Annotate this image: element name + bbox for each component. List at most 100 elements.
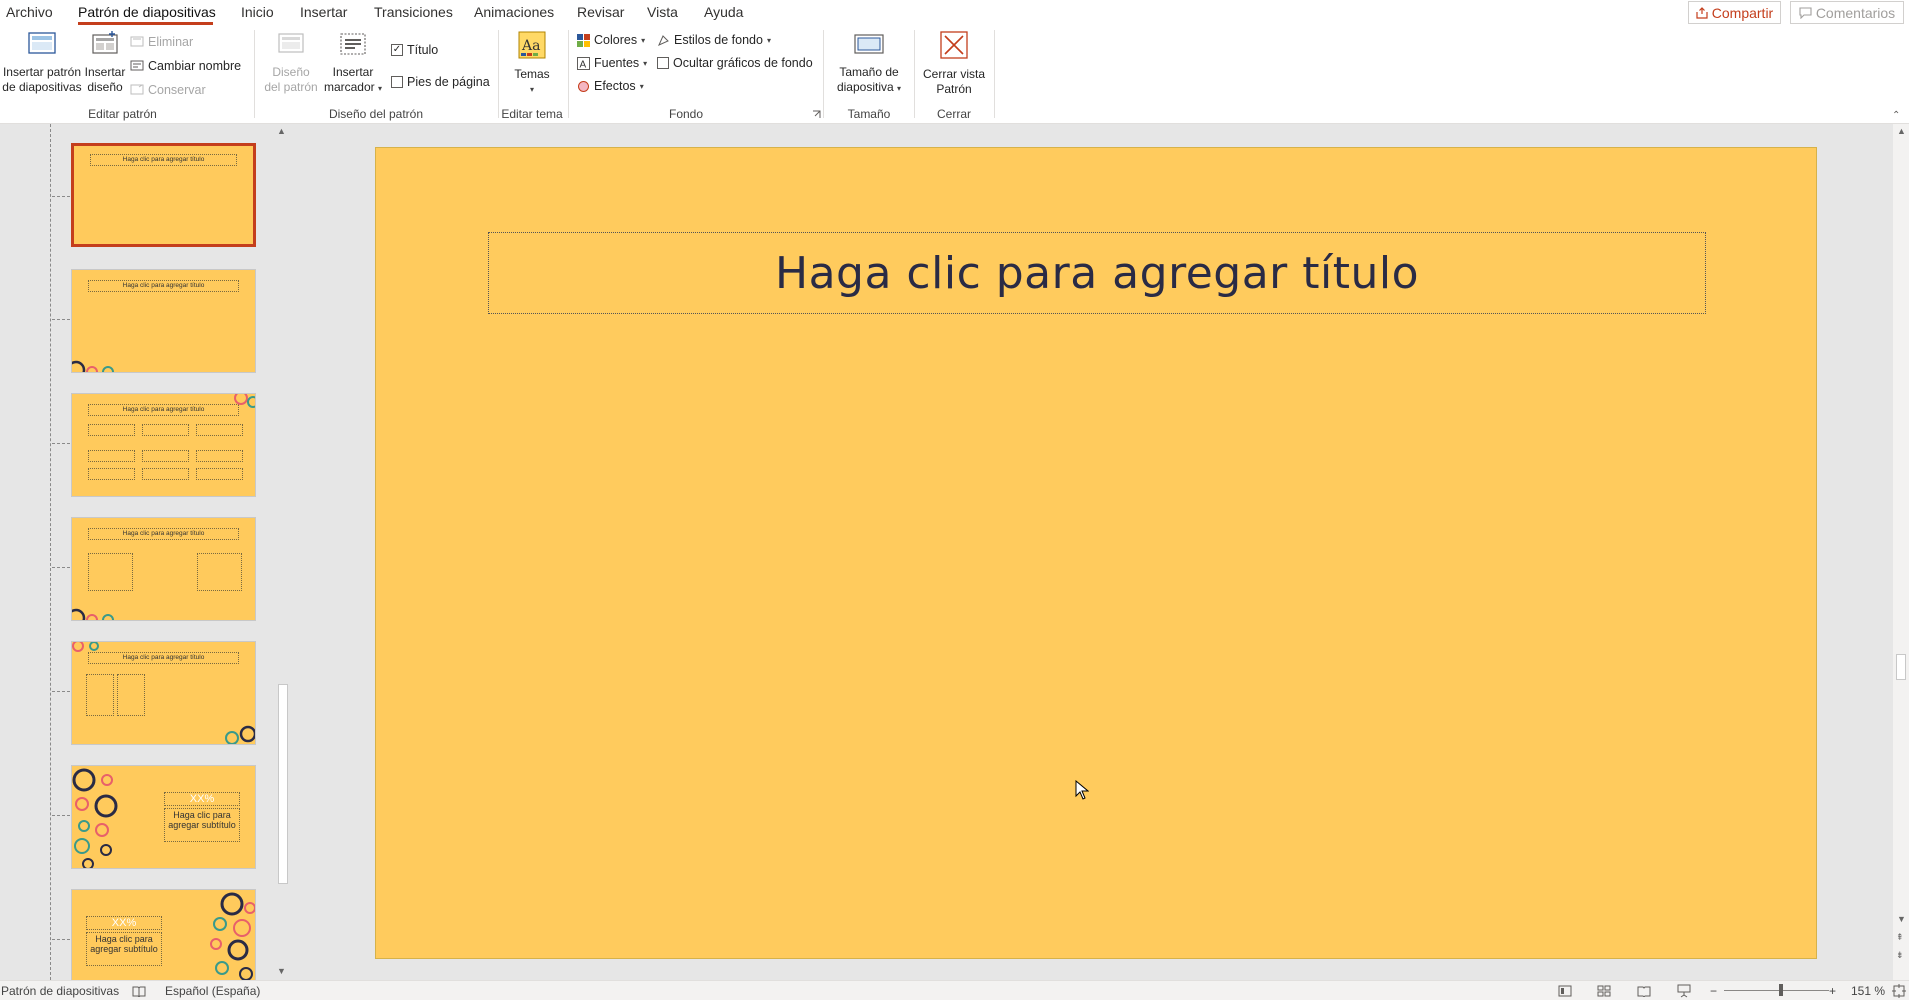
layout-thumbnail[interactable]: XX% Haga clic para agregar subtítulo <box>71 889 256 980</box>
scroll-up-icon[interactable]: ▲ <box>277 126 286 136</box>
accessibility-book-icon[interactable] <box>132 985 146 997</box>
insert-layout-line2: diseño <box>87 80 123 94</box>
insert-placeholder-line1: Insertar <box>332 65 374 79</box>
title-checkbox[interactable]: ✓ Título <box>391 43 438 57</box>
share-button[interactable]: Compartir <box>1688 1 1781 24</box>
master-layout-line2: del patrón <box>264 80 318 94</box>
layout-thumbnail[interactable]: Haga clic para agregar título <box>71 143 256 247</box>
tab-revisar[interactable]: Revisar <box>577 4 624 20</box>
footer-checkbox-label: Pies de página <box>407 75 490 89</box>
scroll-down-icon[interactable]: ▼ <box>277 966 286 976</box>
checkbox-unchecked-icon <box>657 57 669 69</box>
layout-thumbnail[interactable]: XX% Haga clic para agregar subtítulo <box>71 765 256 869</box>
previous-slide-icon[interactable]: ⇞ <box>1896 932 1904 943</box>
zoom-level[interactable]: 151 % <box>1851 984 1885 998</box>
font-icon: A <box>577 56 590 70</box>
zoom-slider[interactable] <box>1724 990 1829 991</box>
effects-dropdown[interactable]: Efectos ▾ <box>577 79 644 93</box>
preserve-button[interactable]: Conservar <box>130 83 206 97</box>
thumbnail-title: Haga clic para agregar título <box>88 652 239 664</box>
tab-archivo[interactable]: Archivo <box>6 4 53 20</box>
footer-checkbox[interactable]: Pies de página <box>391 75 490 89</box>
rename-icon <box>130 60 144 71</box>
decorative-circles-icon <box>234 394 255 408</box>
active-tab-indicator <box>78 22 213 25</box>
checkbox-unchecked-icon <box>391 76 403 88</box>
scroll-up-icon[interactable]: ▲ <box>1897 126 1906 136</box>
group-divider <box>914 30 915 118</box>
preserve-icon <box>130 84 144 95</box>
thumbnail-subtitle: Haga clic para agregar subtítulo <box>164 808 240 842</box>
group-label-editar-patron: Editar patrón <box>88 107 157 121</box>
tab-transiciones[interactable]: Transiciones <box>374 4 453 20</box>
tab-vista[interactable]: Vista <box>647 4 678 20</box>
tab-animaciones[interactable]: Animaciones <box>474 4 554 20</box>
insert-slide-master-button[interactable]: Insertar patrón de diapositivas <box>2 30 82 95</box>
rename-button[interactable]: Cambiar nombre <box>130 59 241 73</box>
group-label-tamano: Tamaño <box>847 107 891 121</box>
group-divider <box>568 30 569 118</box>
group-label-diseno-del-patron: Diseño del patrón <box>328 107 424 121</box>
title-placeholder[interactable]: Haga clic para agregar título <box>488 232 1706 314</box>
insert-layout-button[interactable]: Insertar diseño <box>84 30 126 95</box>
master-layout-button[interactable]: Diseño del patrón <box>262 30 320 95</box>
chevron-down-icon: ▾ <box>378 84 383 93</box>
slide-size-line1: Tamaño de <box>839 65 899 79</box>
ribbon-tab-bar: Archivo Patrón de diapositivas Inicio In… <box>0 0 1909 26</box>
placeholder-box <box>142 450 189 462</box>
zoom-slider-handle[interactable] <box>1779 984 1783 996</box>
hide-background-graphics-checkbox[interactable]: Ocultar gráficos de fondo <box>657 56 813 70</box>
placeholder-box <box>142 468 189 480</box>
layout-thumbnail[interactable]: Haga clic para agregar título <box>71 517 256 621</box>
scrollbar-thumb[interactable] <box>278 684 288 884</box>
insert-placeholder-button[interactable]: Insertar marcador ▾ <box>322 30 384 96</box>
language-label[interactable]: Español (España) <box>165 984 260 998</box>
comments-button[interactable]: Comentarios <box>1790 1 1904 24</box>
tab-inicio[interactable]: Inicio <box>241 4 274 20</box>
normal-view-icon[interactable] <box>1558 985 1572 997</box>
scrollbar-thumb[interactable] <box>1896 654 1906 680</box>
layout-thumbnail[interactable]: Haga clic para agregar título <box>71 393 256 497</box>
insert-slide-master-line2: de diapositivas <box>2 80 82 94</box>
svg-text:A: A <box>580 59 587 70</box>
editor-scrollbar[interactable]: ▲ ▼ ⇞ ⇟ <box>1893 124 1909 980</box>
fit-to-window-icon[interactable] <box>1892 984 1906 998</box>
tab-ayuda[interactable]: Ayuda <box>704 4 743 20</box>
colors-dropdown[interactable]: Colores ▾ <box>577 33 645 47</box>
zoom-in-icon[interactable]: + <box>1829 984 1836 998</box>
tab-insertar[interactable]: Insertar <box>300 4 347 20</box>
slideshow-icon[interactable] <box>1677 984 1691 998</box>
slide-sorter-icon[interactable] <box>1597 985 1611 997</box>
collapse-ribbon-icon[interactable]: ⌃ <box>1892 110 1900 121</box>
placeholder-box <box>196 450 243 462</box>
slide-size-button[interactable]: Tamaño de diapositiva ▾ <box>828 30 910 96</box>
background-styles-dropdown[interactable]: Estilos de fondo ▾ <box>657 33 771 47</box>
layout-thumbnail[interactable]: Haga clic para agregar título <box>71 641 256 745</box>
thumbnail-scrollbar[interactable]: ▲ ▼ <box>275 124 291 980</box>
layout-thumbnail[interactable]: Haga clic para agregar título <box>71 269 256 373</box>
background-styles-label: Estilos de fondo <box>674 33 763 47</box>
scroll-down-icon[interactable]: ▼ <box>1897 914 1906 924</box>
delete-label: Eliminar <box>148 35 194 49</box>
thumbnail-title: Haga clic para agregar título <box>88 404 239 416</box>
slide-size-icon <box>854 34 884 54</box>
delete-button[interactable]: Eliminar <box>130 35 193 49</box>
close-master-view-button[interactable]: Cerrar vista Patrón <box>918 30 990 97</box>
reading-view-icon[interactable] <box>1637 985 1651 997</box>
themes-button[interactable]: Aa Temas ▾ <box>504 30 560 97</box>
tree-connector <box>52 815 70 816</box>
rename-label: Cambiar nombre <box>148 59 242 73</box>
tab-patron-de-diapositivas[interactable]: Patrón de diapositivas <box>78 4 216 20</box>
insert-slide-master-line1: Insertar patrón <box>2 65 82 79</box>
mouse-pointer-icon <box>1075 780 1089 800</box>
decorative-circles-icon <box>72 608 114 620</box>
dialog-launcher-icon[interactable] <box>812 110 821 119</box>
group-label-cerrar: Cerrar <box>936 107 971 121</box>
next-slide-icon[interactable]: ⇟ <box>1896 950 1904 961</box>
colors-label: Colores <box>594 33 638 47</box>
comment-icon <box>1799 6 1812 19</box>
zoom-out-icon[interactable]: − <box>1710 984 1717 998</box>
fonts-dropdown[interactable]: A Fuentes ▾ <box>577 56 647 70</box>
ribbon: Insertar patrón de diapositivas Insertar… <box>0 26 1909 124</box>
chevron-down-icon: ▾ <box>643 58 648 68</box>
